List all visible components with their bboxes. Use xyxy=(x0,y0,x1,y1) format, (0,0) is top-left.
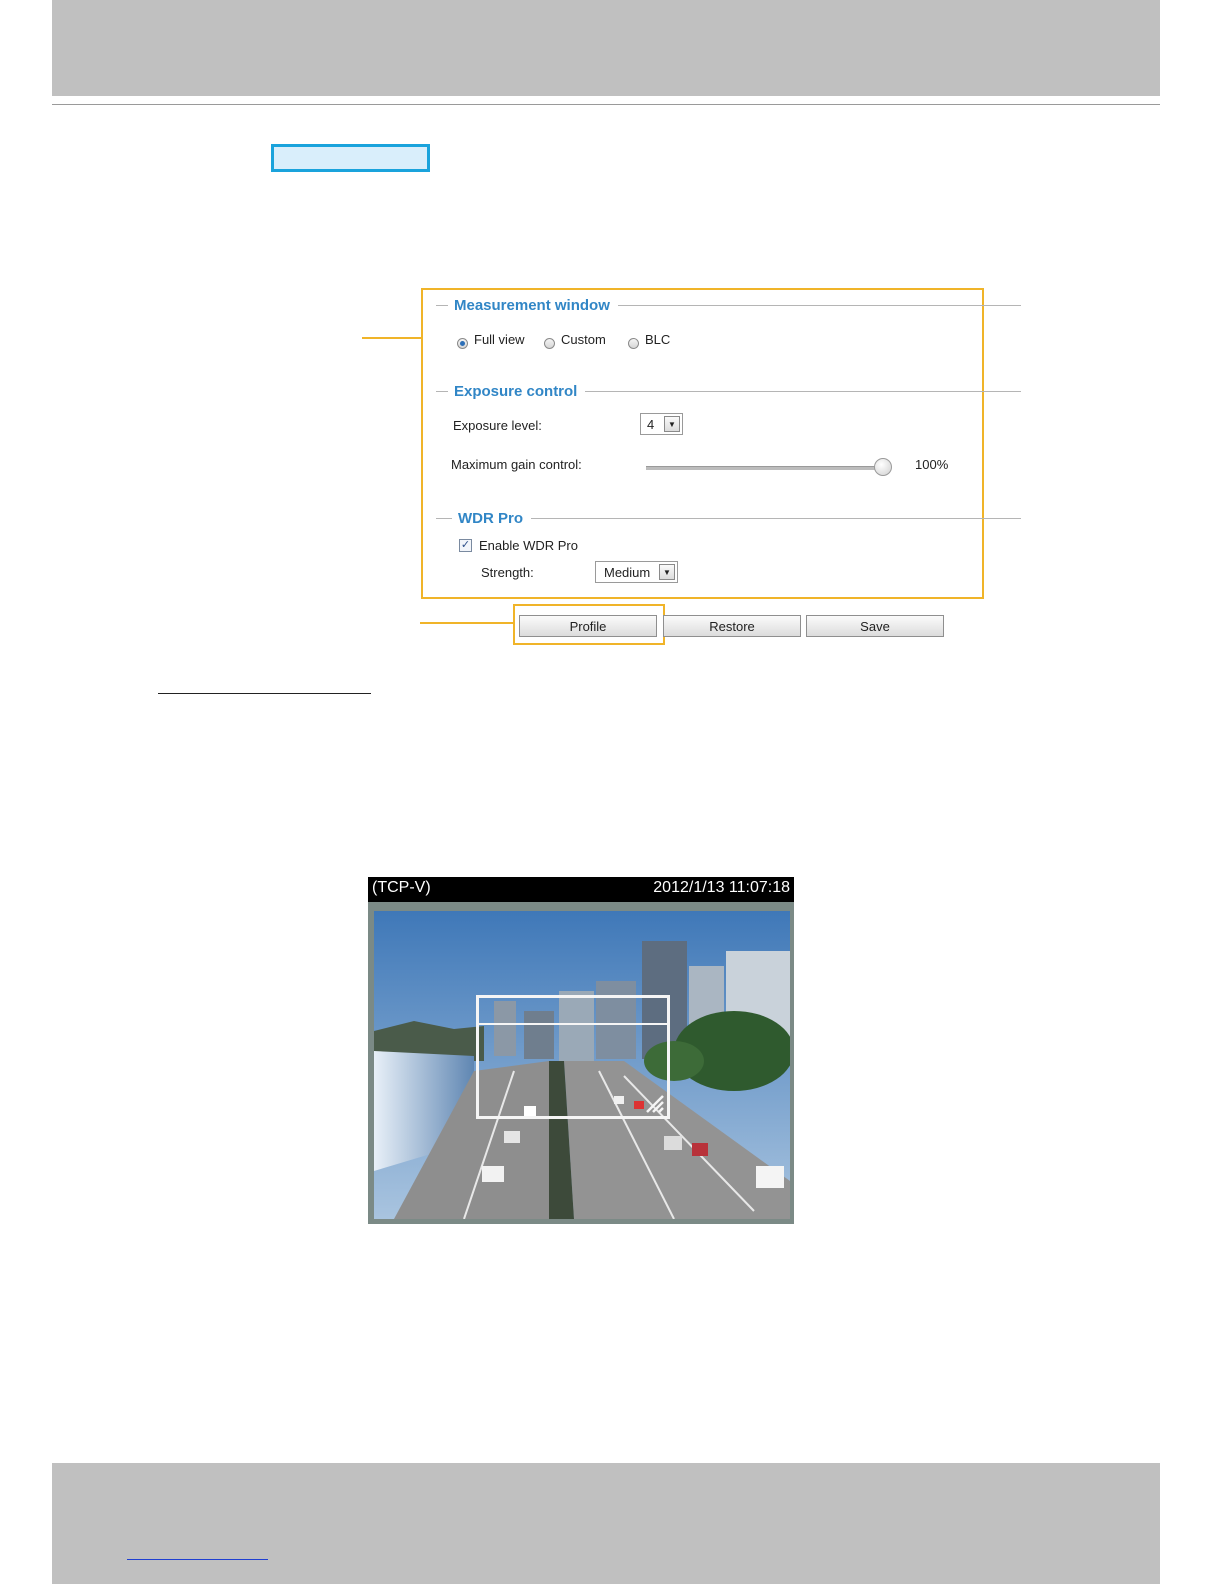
video-timestamp: 2012/1/13 11:07:18 xyxy=(653,879,790,896)
blc-radio[interactable] xyxy=(628,338,639,349)
enable-wdr-label: Enable WDR Pro xyxy=(479,538,578,553)
full-view-radio[interactable] xyxy=(457,338,468,349)
exposure-control-title: Exposure control xyxy=(454,382,578,400)
resize-handle-icon[interactable] xyxy=(643,1092,665,1114)
profile-callout-line xyxy=(420,622,514,624)
link-underline xyxy=(158,693,371,694)
exposure-level-value: 4 xyxy=(647,416,655,432)
max-gain-label: Maximum gain control: xyxy=(451,457,582,472)
blc-label: BLC xyxy=(645,332,671,347)
measurement-window-header: Measurement window xyxy=(436,295,1021,315)
video-caption-bar: (TCP-V) 2012/1/13 11:07:18 xyxy=(368,877,794,901)
roi-title-bar xyxy=(479,1023,667,1025)
chevron-down-icon[interactable]: ▼ xyxy=(659,564,675,580)
chevron-down-icon[interactable]: ▼ xyxy=(664,416,680,432)
measurement-roi-box[interactable] xyxy=(476,995,670,1119)
highlighted-tab[interactable] xyxy=(271,144,430,172)
video-frame xyxy=(368,902,794,1224)
strength-value: Medium xyxy=(604,564,651,580)
exposure-control-header: Exposure control xyxy=(436,381,1021,401)
enable-wdr-checkbox[interactable]: ✓ xyxy=(459,539,472,552)
video-protocol: (TCP-V) xyxy=(372,879,431,896)
max-gain-slider-track[interactable] xyxy=(646,466,886,470)
profile-button[interactable]: Profile xyxy=(519,615,657,637)
wdr-pro-title: WDR Pro xyxy=(458,509,523,527)
exposure-level-label: Exposure level: xyxy=(453,418,542,433)
strength-label: Strength: xyxy=(481,565,534,580)
save-button[interactable]: Save xyxy=(806,615,944,637)
wdr-pro-header: WDR Pro xyxy=(436,508,1021,528)
max-gain-value: 100% xyxy=(915,457,949,472)
custom-radio[interactable] xyxy=(544,338,555,349)
header-divider xyxy=(52,104,1160,105)
footer-band xyxy=(52,1463,1160,1584)
full-view-label: Full view xyxy=(474,332,525,347)
restore-button[interactable]: Restore xyxy=(663,615,801,637)
strength-select[interactable]: Medium ▼ xyxy=(595,561,678,583)
footer-link-underline xyxy=(127,1559,268,1560)
custom-label: Custom xyxy=(561,332,606,347)
exposure-level-select[interactable]: 4 ▼ xyxy=(640,413,683,435)
max-gain-slider-handle[interactable] xyxy=(874,458,892,476)
header-band xyxy=(52,0,1160,96)
measurement-window-title: Measurement window xyxy=(454,296,610,314)
settings-callout-line xyxy=(362,337,422,339)
video-preview: (TCP-V) 2012/1/13 11:07:18 xyxy=(368,877,794,1224)
